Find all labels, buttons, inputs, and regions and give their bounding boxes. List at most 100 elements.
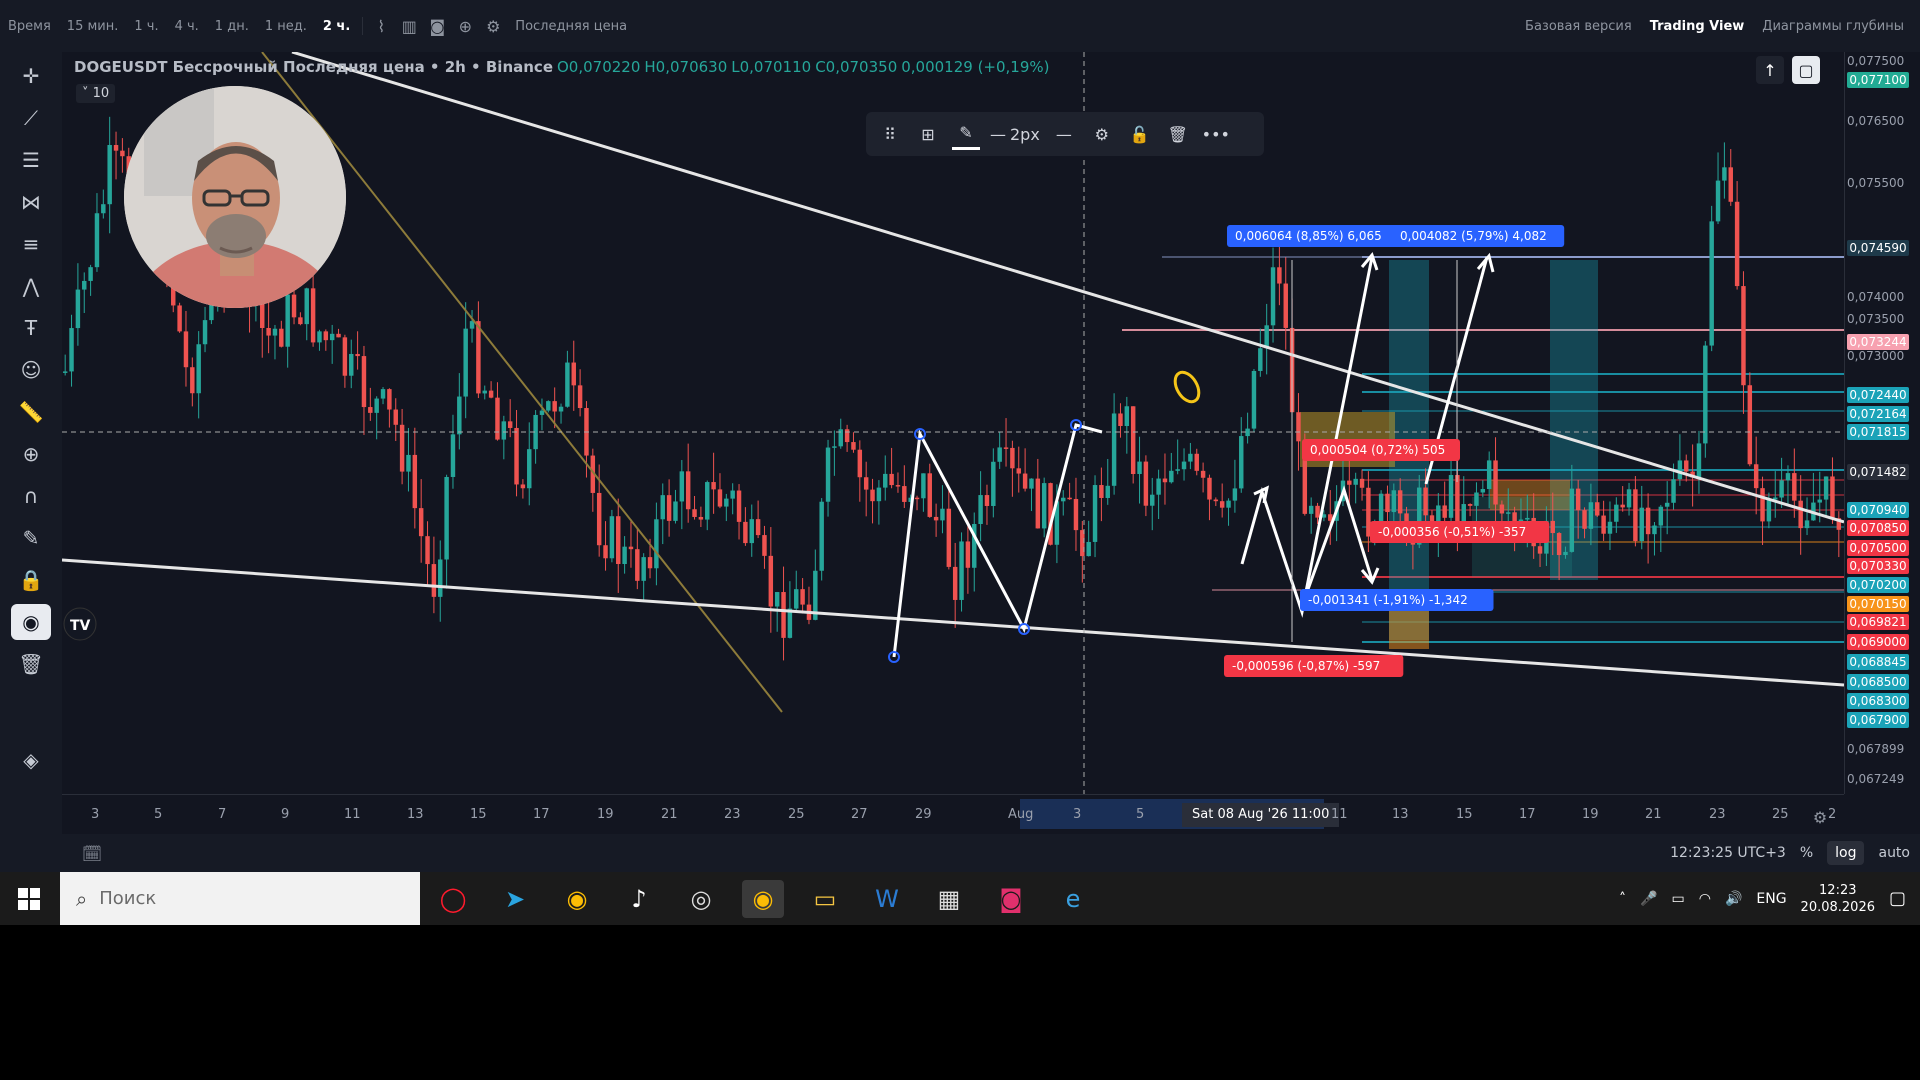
horizontal-lines-icon[interactable]: ☰ — [11, 142, 51, 178]
chart-type-icon[interactable]: ▥ — [395, 12, 423, 40]
percent-toggle[interactable]: % — [1800, 845, 1813, 861]
telegram-icon[interactable]: ➤ — [494, 880, 536, 918]
fib-icon[interactable]: ≡ — [11, 226, 51, 262]
camera-icon[interactable]: ◙ — [423, 12, 451, 40]
crosshair-icon[interactable]: ✛ — [11, 58, 51, 94]
price-scale[interactable]: 0,077500 0,076500 0,075500 0,074000 0,073500… — [1844, 52, 1920, 794]
line-style-icon[interactable]: — — [1050, 120, 1078, 148]
interval-4h[interactable]: 4 ч. — [167, 19, 207, 34]
taskbar-search[interactable]: ⌕ Поиск — [60, 872, 420, 925]
settings-icon[interactable]: ⚙ — [479, 12, 507, 40]
chrome-profile-icon[interactable]: ◉ — [742, 880, 784, 918]
file-explorer-icon[interactable]: ▭ — [804, 880, 846, 918]
hide-drawings-icon[interactable]: ◉ — [11, 604, 51, 640]
depth-chart-link[interactable]: Диаграммы глубины — [1762, 19, 1904, 34]
candle-body — [1633, 489, 1638, 542]
price-tag: 0,074590 — [1847, 240, 1909, 256]
interval-1h[interactable]: 1 ч. — [126, 19, 166, 34]
word-icon[interactable]: W — [866, 880, 908, 918]
wifi-icon[interactable]: ◠ — [1699, 891, 1711, 907]
candle-body — [1143, 461, 1149, 506]
notifications-icon[interactable]: ▢ — [1889, 888, 1906, 909]
bottom-right-controls: 12:23:25 UTC+3 % log auto — [1670, 841, 1910, 865]
candle-body — [558, 406, 564, 412]
chevron-up-icon[interactable]: ˄ — [1619, 891, 1626, 907]
interval-15m[interactable]: 15 мин. — [59, 19, 127, 34]
magnet-icon[interactable]: ∩ — [11, 478, 51, 514]
calculator-icon[interactable]: ▦ — [928, 880, 970, 918]
emoji-icon[interactable]: ☺ — [11, 352, 51, 388]
language-indicator[interactable]: ENG — [1756, 891, 1786, 907]
volume-icon[interactable]: 🔊 — [1725, 891, 1742, 907]
high-value: H0,070630 — [644, 58, 728, 76]
trash-icon[interactable]: 🗑 — [11, 646, 51, 682]
interval-time[interactable]: Время — [0, 19, 59, 34]
interval-1d[interactable]: 1 дн. — [207, 19, 257, 34]
indicators-icon[interactable]: ⌇ — [367, 12, 395, 40]
date-range-icon[interactable]: 🗓 — [78, 839, 106, 867]
instagram-icon[interactable]: ◙ — [990, 880, 1032, 918]
candle-body — [889, 473, 894, 486]
candle-body — [1442, 505, 1447, 518]
pattern-icon[interactable]: ⋀ — [11, 268, 51, 304]
template-icon[interactable]: ⊞ — [914, 120, 942, 148]
chrome-icon[interactable]: ◉ — [556, 880, 598, 918]
tradingview-link[interactable]: Trading View — [1650, 19, 1745, 34]
battery-icon[interactable]: ▭ — [1671, 891, 1684, 907]
fullscreen-icon[interactable]: ▢ — [1792, 56, 1820, 84]
candle-body — [69, 328, 74, 372]
ruler-icon[interactable]: 📏 — [11, 394, 51, 430]
zoom-icon[interactable]: ⊕ — [11, 436, 51, 472]
lock-icon[interactable]: 🔒 — [11, 562, 51, 598]
auto-toggle[interactable]: auto — [1878, 845, 1910, 861]
symbol-title[interactable]: DOGEUSDT Бессрочный Последняя цена • 2h … — [74, 58, 553, 76]
text-icon[interactable]: Ŧ — [11, 310, 51, 346]
add-icon[interactable]: ⊕ — [451, 12, 479, 40]
candle-body — [1569, 488, 1575, 552]
more-icon[interactable]: ••• — [1202, 120, 1230, 148]
candle-body — [787, 608, 793, 638]
candle-body — [1620, 504, 1625, 508]
windows-start-button[interactable] — [0, 872, 58, 925]
trend-line-icon[interactable]: ⟋ — [11, 100, 51, 136]
arrow-up-icon[interactable]: ↑ — [1756, 56, 1784, 84]
line-color-icon[interactable]: ✎ — [952, 119, 980, 150]
candle-body — [1130, 406, 1136, 474]
candle-body — [1588, 502, 1594, 529]
drag-handle-icon[interactable]: ⠿ — [876, 120, 904, 148]
lock-icon[interactable]: 🔓 — [1126, 120, 1154, 148]
measurement-label: 0,004082 (5,79%) 4,082 — [1400, 229, 1547, 243]
time-axis[interactable]: Sat 08 Aug '26 11:00 ⚙ 3 5 7 9 11 13 15 17 19 21 2… — [62, 794, 1844, 835]
candle-body — [641, 557, 646, 581]
candle-body — [1207, 477, 1212, 500]
line-width-button[interactable]: — 2px — [990, 120, 1040, 148]
candle-body — [101, 204, 106, 214]
candle-body — [1817, 499, 1822, 503]
log-toggle[interactable]: log — [1827, 841, 1865, 865]
pitchfork-icon[interactable]: ⋈ — [11, 184, 51, 220]
settings-icon[interactable]: ⚙ — [1088, 120, 1116, 148]
candle-body — [1200, 470, 1206, 478]
obs-icon[interactable]: ◎ — [680, 880, 722, 918]
collapse-indicators-button[interactable]: ˅ 10 — [76, 84, 116, 103]
edge-icon[interactable]: e — [1052, 880, 1094, 918]
taskbar-clock[interactable]: 12:23 20.08.2026 — [1801, 882, 1875, 916]
trash-icon[interactable]: 🗑 — [1164, 120, 1192, 148]
layers-icon[interactable]: ◈ — [11, 742, 51, 778]
candle-body — [183, 331, 189, 368]
top-right-links: Базовая версия Trading View Диаграммы гл… — [1525, 0, 1904, 52]
basic-version-link[interactable]: Базовая версия — [1525, 19, 1632, 34]
tiktok-icon[interactable]: ♪ — [618, 880, 660, 918]
opera-icon[interactable]: ◯ — [432, 880, 474, 918]
interval-1w[interactable]: 1 нед. — [257, 19, 315, 34]
candle-body — [336, 333, 341, 338]
pencil-lock-icon[interactable]: ✎ — [11, 520, 51, 556]
price-type-dropdown[interactable]: Последняя цена — [507, 19, 635, 34]
candle-body — [1664, 502, 1670, 507]
microphone-icon[interactable]: 🎤 — [1640, 891, 1657, 907]
candle-body — [1232, 488, 1238, 501]
interval-2h-dropdown[interactable]: 2 ч. — [315, 19, 358, 34]
candle-body — [450, 434, 456, 477]
candle-body — [120, 150, 125, 157]
clock-label[interactable]: 12:23:25 UTC+3 — [1670, 845, 1786, 861]
